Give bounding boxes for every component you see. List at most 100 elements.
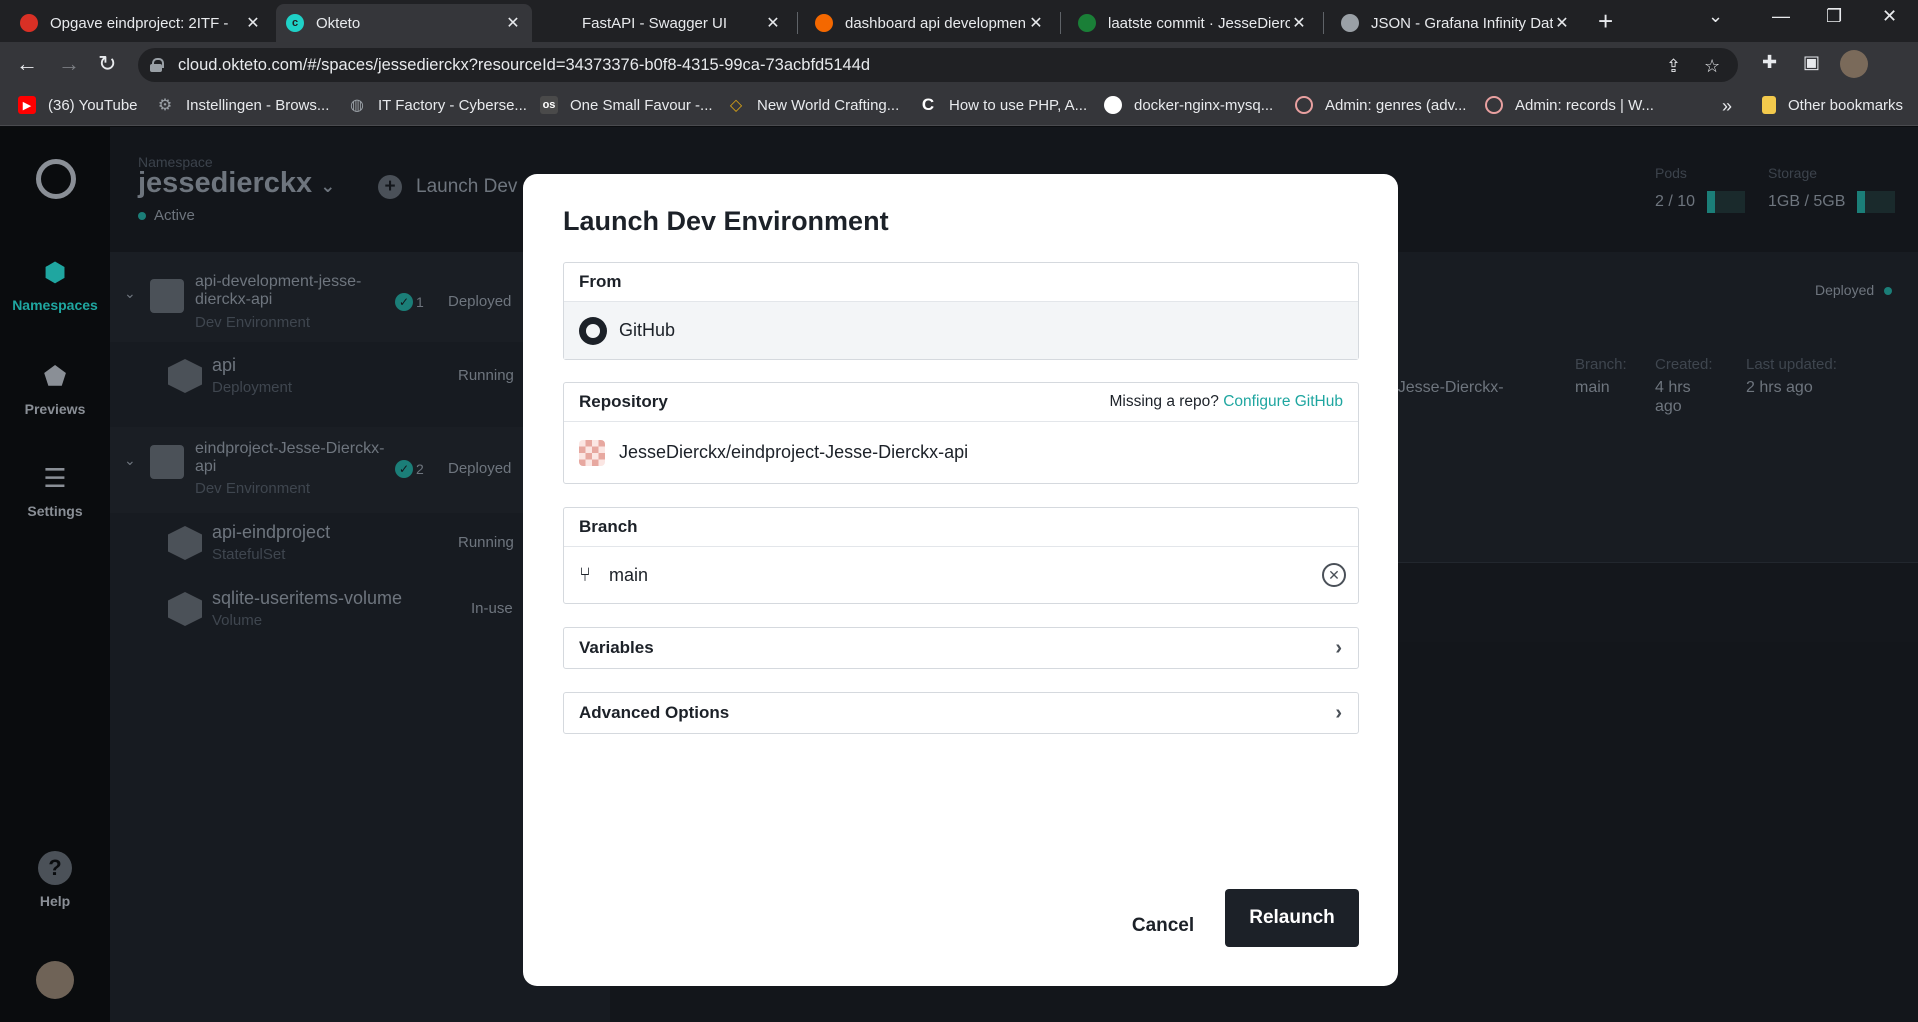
bookmark-item[interactable]: docker-nginx-mysq... xyxy=(1104,96,1273,114)
github-icon xyxy=(579,316,607,345)
globe-favicon-icon xyxy=(1341,14,1359,32)
tab-close-icon[interactable]: ✕ xyxy=(764,13,782,33)
admin-site-icon xyxy=(1485,96,1503,114)
bookmark-label: Instellingen - Brows... xyxy=(186,96,330,114)
tab-close-icon[interactable]: ✕ xyxy=(244,13,262,33)
c-logo-icon: C xyxy=(921,95,935,114)
tab-divider xyxy=(1323,12,1324,34)
bookmark-star-icon[interactable]: ☆ xyxy=(1704,56,1720,77)
relaunch-button[interactable]: Relaunch xyxy=(1225,889,1359,947)
git-branch-icon: ⑂ xyxy=(579,563,591,586)
browser-tab[interactable]: JSON - Grafana Infinity Data ✕ xyxy=(1331,4,1581,42)
dialog-title: Launch Dev Environment xyxy=(563,206,889,236)
folder-icon xyxy=(1762,96,1776,114)
tab-title: laatste commit · JesseDierck xyxy=(1108,14,1290,32)
browser-tab[interactable]: FastAPI - Swagger UI ✕ xyxy=(542,4,792,42)
tab-favicon-icon xyxy=(552,14,570,32)
window-close-icon[interactable]: ✕ xyxy=(1882,6,1897,27)
repository-select[interactable]: JesseDierckx/eindproject-Jesse-Dierckx-a… xyxy=(564,422,1358,483)
osf-icon: os xyxy=(540,96,558,114)
other-bookmarks[interactable]: Other bookmarks xyxy=(1762,96,1903,114)
tab-divider xyxy=(797,12,798,34)
url-text: cloud.okteto.com/#/spaces/jessedierckx?r… xyxy=(178,55,871,74)
browser-tab[interactable]: Opgave eindproject: 2ITF - ✕ xyxy=(10,4,272,42)
address-bar[interactable]: cloud.okteto.com/#/spaces/jessedierckx?r… xyxy=(138,48,1738,82)
more-bookmarks-chevron[interactable]: » xyxy=(1722,96,1732,117)
tab-title: Opgave eindproject: 2ITF - xyxy=(50,14,229,32)
tab-favicon-icon xyxy=(20,14,38,32)
variables-label: Variables xyxy=(579,638,654,657)
bookmark-label: IT Factory - Cyberse... xyxy=(378,96,527,114)
new-tab-plus-icon[interactable]: + xyxy=(1598,6,1613,37)
bookmark-label: One Small Favour -... xyxy=(570,96,713,114)
clear-branch-icon[interactable]: ✕ xyxy=(1322,563,1346,587)
missing-repo-hint: Missing a repo? Configure GitHub xyxy=(1110,393,1344,411)
forward-arrow-icon[interactable]: → xyxy=(58,51,80,77)
bookmark-item[interactable]: C How to use PHP, A... xyxy=(919,95,1088,114)
tab-title: dashboard api developmen xyxy=(845,14,1026,32)
extensions-puzzle-icon[interactable]: ✚ xyxy=(1762,52,1777,73)
profile-avatar[interactable] xyxy=(1840,50,1868,78)
bookmark-item[interactable]: Admin: records | W... xyxy=(1485,96,1654,114)
restore-icon[interactable]: ❐ xyxy=(1826,6,1842,27)
browser-tab[interactable]: laatste commit · JesseDierck ✕ xyxy=(1068,4,1318,42)
tab-title: FastAPI - Swagger UI xyxy=(582,14,728,32)
github-icon xyxy=(1104,96,1122,114)
advanced-options-toggle[interactable]: Advanced Options › xyxy=(563,692,1359,734)
admin-site-icon xyxy=(1295,96,1313,114)
repository-header: Repository Missing a repo? Configure Git… xyxy=(564,383,1358,422)
tab-title: JSON - Grafana Infinity Data xyxy=(1371,14,1553,32)
branch-select[interactable]: ⑂ main ✕ xyxy=(564,547,1358,603)
from-option-github[interactable]: GitHub xyxy=(564,302,1358,359)
minimize-icon[interactable]: — xyxy=(1772,6,1790,27)
bookmark-item[interactable]: ▶ (36) YouTube xyxy=(18,96,138,114)
variables-toggle[interactable]: Variables › xyxy=(563,627,1359,669)
advanced-options-label: Advanced Options xyxy=(579,703,730,722)
bookmark-item[interactable]: Admin: genres (adv... xyxy=(1295,96,1466,114)
tab-search-chevron-icon[interactable]: ⌄ xyxy=(1708,6,1723,27)
chevron-right-icon: › xyxy=(1335,702,1342,724)
globe-icon: ◍ xyxy=(350,97,364,114)
browser-tab[interactable]: dashboard api developmen ✕ xyxy=(805,4,1055,42)
from-section: From GitHub xyxy=(563,262,1359,360)
branch-value: main xyxy=(609,564,649,585)
tab-close-icon[interactable]: ✕ xyxy=(504,13,522,33)
from-label: From xyxy=(564,263,1358,302)
bookmark-label: Admin: records | W... xyxy=(1515,96,1654,114)
cancel-button[interactable]: Cancel xyxy=(1113,904,1213,948)
browser-toolbar: ← → ↻ cloud.okteto.com/#/spaces/jessedie… xyxy=(0,42,1918,88)
okteto-favicon-icon: c xyxy=(286,14,304,32)
browser-tab-strip: Opgave eindproject: 2ITF - ✕ c Okteto ✕ … xyxy=(0,0,1918,42)
bookmark-item[interactable]: ◇ New World Crafting... xyxy=(727,96,900,115)
tab-close-icon[interactable]: ✕ xyxy=(1290,13,1308,33)
repo-avatar xyxy=(579,439,605,466)
lock-icon xyxy=(150,58,164,72)
branch-label: Branch xyxy=(564,508,1358,547)
browser-tab-active[interactable]: c Okteto ✕ xyxy=(276,4,532,42)
bookmark-label: (36) YouTube xyxy=(48,96,138,114)
tab-divider xyxy=(1060,12,1061,34)
from-value: GitHub xyxy=(619,320,676,340)
side-panel-icon[interactable]: ▣ xyxy=(1803,52,1820,73)
reload-icon[interactable]: ↻ xyxy=(98,51,116,77)
tab-title: Okteto xyxy=(316,14,361,32)
bookmark-label: How to use PHP, A... xyxy=(949,96,1088,114)
bookmark-item[interactable]: ⚙ Instellingen - Brows... xyxy=(156,96,330,115)
back-arrow-icon[interactable]: ← xyxy=(16,51,38,77)
tab-close-icon[interactable]: ✕ xyxy=(1553,13,1571,33)
bookmarks-bar: ▶ (36) YouTube ⚙ Instellingen - Brows...… xyxy=(0,88,1918,126)
bookmark-label: New World Crafting... xyxy=(757,96,900,114)
new-world-icon: ◇ xyxy=(729,97,743,114)
bookmark-label: Other bookmarks xyxy=(1788,96,1904,114)
launch-dev-environment-dialog: Launch Dev Environment From GitHub Repos… xyxy=(523,174,1398,986)
chevron-right-icon: › xyxy=(1335,637,1342,659)
gear-icon: ⚙ xyxy=(157,97,173,114)
share-icon[interactable]: ⇪ xyxy=(1666,56,1681,77)
repository-value: JesseDierckx/eindproject-Jesse-Dierckx-a… xyxy=(619,442,969,462)
bookmark-item[interactable]: os One Small Favour -... xyxy=(540,96,713,114)
tab-close-icon[interactable]: ✕ xyxy=(1027,13,1045,33)
youtube-icon: ▶ xyxy=(18,96,36,114)
bookmark-item[interactable]: ◍ IT Factory - Cyberse... xyxy=(348,96,527,115)
configure-github-link[interactable]: Configure GitHub xyxy=(1223,393,1343,410)
missing-repo-text: Missing a repo? xyxy=(1109,393,1219,410)
